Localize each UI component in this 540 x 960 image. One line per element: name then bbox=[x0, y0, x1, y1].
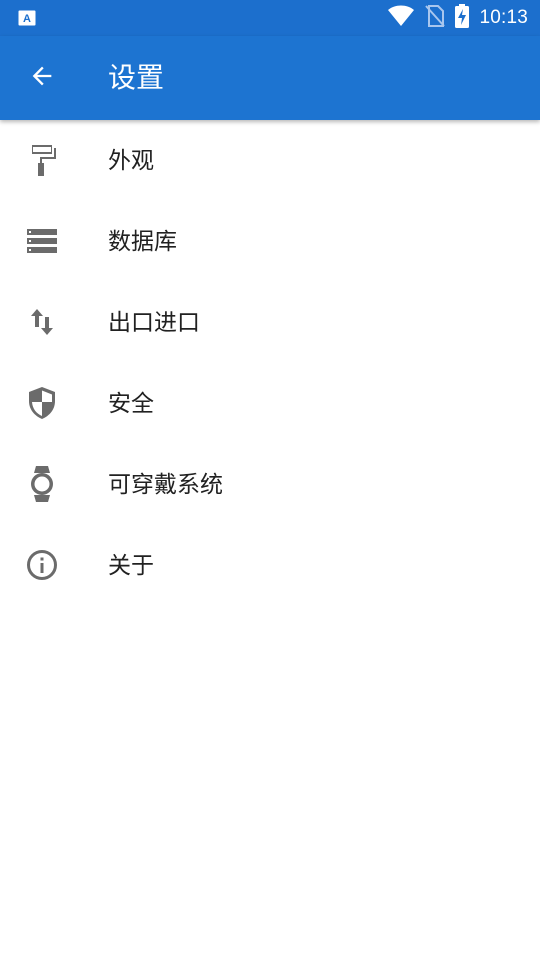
settings-item-import-export[interactable]: 出口进口 bbox=[0, 282, 540, 363]
settings-item-label: 可穿戴系统 bbox=[108, 472, 223, 498]
back-button[interactable] bbox=[20, 56, 64, 100]
no-sim-icon bbox=[425, 5, 446, 31]
settings-item-label: 数据库 bbox=[108, 229, 177, 255]
settings-item-about[interactable]: 关于 bbox=[0, 525, 540, 606]
status-bar: A 10:13 bbox=[0, 0, 540, 36]
settings-item-label: 外观 bbox=[108, 148, 154, 174]
status-time: 10:13 bbox=[479, 7, 528, 28]
app-bar: 设置 bbox=[0, 36, 540, 120]
arrow-back-icon bbox=[28, 62, 56, 94]
settings-item-label: 关于 bbox=[108, 553, 154, 579]
battery-charging-icon bbox=[455, 4, 470, 32]
import-export-icon bbox=[22, 302, 62, 342]
info-icon bbox=[22, 545, 62, 585]
page-title: 设置 bbox=[108, 61, 165, 94]
settings-item-database[interactable]: 数据库 bbox=[0, 201, 540, 282]
settings-item-security[interactable]: 安全 bbox=[0, 363, 540, 444]
wifi-icon bbox=[387, 5, 415, 31]
settings-list: 外观 数据库 出口进口 安全 可穿戴系统 关于 bbox=[0, 120, 540, 606]
a-notification-icon: A bbox=[18, 10, 36, 26]
watch-icon bbox=[22, 464, 62, 504]
settings-item-label: 出口进口 bbox=[108, 310, 200, 336]
settings-item-appearance[interactable]: 外观 bbox=[0, 120, 540, 201]
svg-text:A: A bbox=[23, 13, 31, 25]
settings-item-label: 安全 bbox=[108, 391, 154, 417]
storage-icon bbox=[22, 221, 62, 261]
paint-roller-icon bbox=[22, 140, 62, 180]
settings-item-wearable[interactable]: 可穿戴系统 bbox=[0, 444, 540, 525]
security-shield-icon bbox=[22, 383, 62, 423]
